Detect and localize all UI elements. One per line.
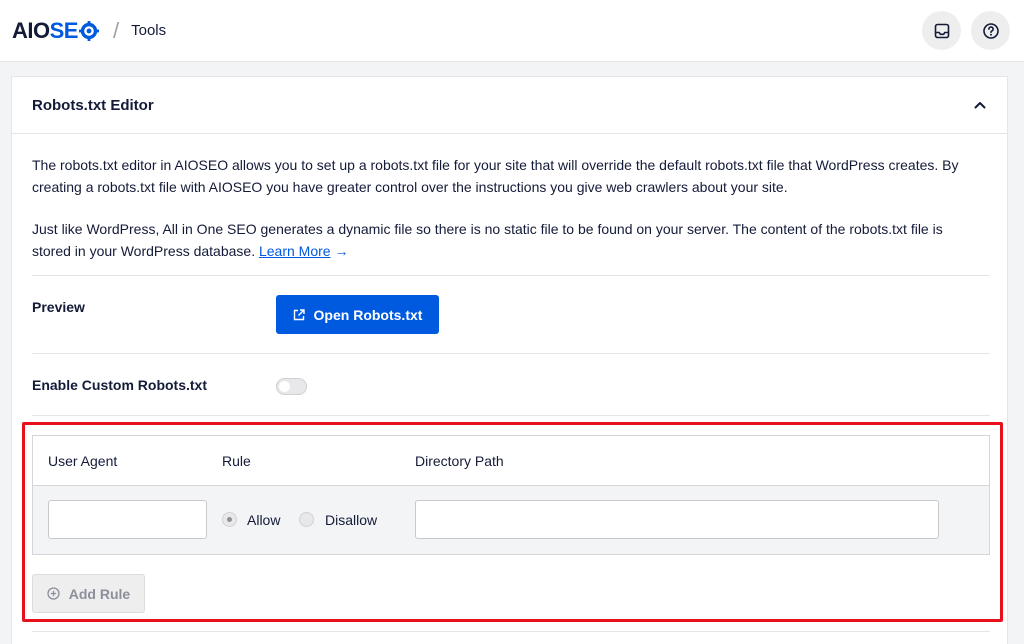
arrow-right-icon: → <box>334 243 349 259</box>
logo-aio-text: AIO <box>12 17 50 43</box>
column-header-rule: Rule <box>222 453 251 469</box>
plus-circle-icon <box>47 587 60 600</box>
open-robots-txt-button[interactable]: Open Robots.txt <box>276 295 439 334</box>
chevron-up-icon[interactable] <box>973 98 987 112</box>
breadcrumb-separator: / <box>112 17 120 43</box>
top-bar-actions <box>922 11 1010 50</box>
column-header-directory-path: Directory Path <box>415 453 504 469</box>
description-paragraph-1: The robots.txt editor in AIOSEO allows y… <box>32 157 959 195</box>
logo-gear-icon <box>78 21 99 41</box>
divider <box>32 631 990 632</box>
enable-custom-robots-label: Enable Custom Robots.txt <box>32 377 208 393</box>
rule-allow-radio[interactable] <box>222 512 237 527</box>
user-agent-input[interactable] <box>48 500 207 539</box>
logo-seo-text: SE <box>49 17 79 43</box>
toggle-knob <box>279 381 290 392</box>
help-icon <box>982 22 999 39</box>
table-row: Allow Disallow <box>33 486 989 554</box>
column-header-user-agent: User Agent <box>48 453 118 469</box>
description-paragraph-2: Just like WordPress, All in One SEO gene… <box>32 218 982 262</box>
divider <box>32 415 990 416</box>
rule-disallow-radio[interactable] <box>299 512 314 527</box>
directory-path-input[interactable] <box>415 500 939 539</box>
rule-disallow-label[interactable]: Disallow <box>325 512 377 528</box>
breadcrumb-current-page: Tools <box>131 22 167 39</box>
add-rule-label: Add Rule <box>68 585 131 602</box>
panel-header[interactable]: Robots.txt Editor <box>12 77 1007 134</box>
add-rule-button[interactable]: Add Rule <box>32 574 145 613</box>
robots-txt-editor-panel: Robots.txt Editor The robots.txt editor … <box>11 76 1008 644</box>
notifications-button[interactable] <box>922 11 961 50</box>
help-button[interactable] <box>971 11 1010 50</box>
aioseo-logo[interactable]: AIO SE <box>12 18 99 44</box>
divider <box>32 275 990 276</box>
robots-rules-table: User Agent Rule Directory Path Allow Dis… <box>32 435 990 555</box>
inbox-icon <box>934 23 949 38</box>
preview-label: Preview <box>32 299 85 315</box>
panel-title: Robots.txt Editor <box>32 96 154 114</box>
external-link-icon <box>293 308 305 320</box>
rules-table-header: User Agent Rule Directory Path <box>33 436 989 486</box>
open-robots-txt-label: Open Robots.txt <box>313 306 423 323</box>
top-bar: AIO SE / Tools <box>0 0 1024 62</box>
enable-custom-robots-toggle[interactable] <box>276 378 307 395</box>
rule-allow-label[interactable]: Allow <box>247 512 280 528</box>
divider <box>32 353 990 354</box>
learn-more-link[interactable]: Learn More <box>259 243 331 259</box>
description-text-2: Just like WordPress, All in One SEO gene… <box>32 221 943 259</box>
